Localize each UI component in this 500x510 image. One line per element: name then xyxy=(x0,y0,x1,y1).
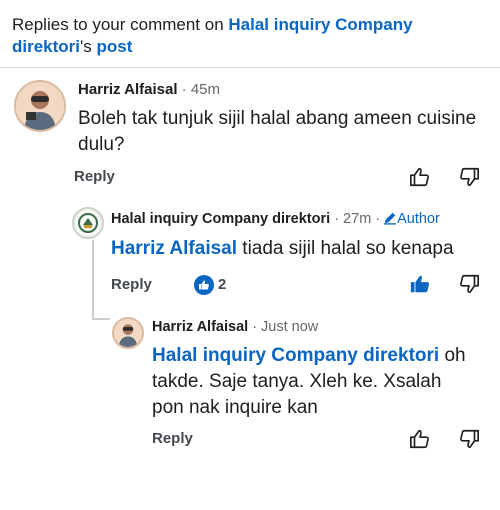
header-prefix: Replies to your comment on xyxy=(12,15,229,34)
dislike-icon[interactable] xyxy=(458,166,480,193)
comment-2-text: Harriz Alfaisal tiada sijil halal so ken… xyxy=(111,238,454,259)
like-icon-active[interactable] xyxy=(409,273,431,300)
comment-3-text: Halal inquiry Company direktori oh takde… xyxy=(152,345,466,418)
comment-1-text: Boleh tak tunjuk sijil halal abang ameen… xyxy=(78,108,477,155)
like-icon[interactable] xyxy=(409,428,431,455)
avatar-harriz-image xyxy=(16,82,64,130)
like-icon[interactable] xyxy=(409,166,431,193)
dislike-icon[interactable] xyxy=(458,428,480,455)
comment-2-author[interactable]: Halal inquiry Company direktori · 27m · A… xyxy=(111,211,440,227)
like-count: 2 xyxy=(218,276,227,293)
comment-3-reply-button[interactable]: Reply xyxy=(152,430,193,447)
dislike-icon[interactable] xyxy=(458,273,480,300)
halal-logo-icon xyxy=(75,210,101,236)
comment-2-time: · 27m · xyxy=(334,211,381,227)
like-badge-icon xyxy=(199,280,209,290)
comment-1-reply-button[interactable]: Reply xyxy=(74,168,115,185)
avatar-harriz-small[interactable] xyxy=(112,317,144,349)
comment-3-time: · Just now xyxy=(252,319,319,335)
page-name-link[interactable]: Halal inquiry Company xyxy=(228,15,412,34)
avatar-halal-direktori[interactable] xyxy=(72,207,104,239)
comment-1-author[interactable]: Harriz Alfaisal · 45m xyxy=(78,81,220,98)
avatar-harriz[interactable] xyxy=(14,80,66,132)
comment-2-mention[interactable]: Harriz Alfaisal xyxy=(111,238,237,259)
header-possessive: 's xyxy=(80,37,97,56)
comment-3-author[interactable]: Harriz Alfaisal · Just now xyxy=(152,319,318,335)
post-link[interactable]: post xyxy=(97,37,133,56)
author-badge: Author xyxy=(380,211,440,227)
like-count-badge[interactable] xyxy=(194,275,214,295)
comment-2-reply-button[interactable]: Reply xyxy=(111,276,152,293)
notification-header: Replies to your comment on Halal inquiry… xyxy=(12,14,482,58)
page-name-link-cont[interactable]: direktori xyxy=(12,37,80,56)
avatar-harriz-small-image xyxy=(114,319,142,347)
pencil-icon xyxy=(384,212,397,225)
header-divider xyxy=(0,67,500,68)
thread-line-2 xyxy=(92,240,94,320)
comment-1-time: · 45m xyxy=(181,81,221,98)
comment-3-mention[interactable]: Halal inquiry Company direktori xyxy=(152,345,439,366)
thread-line-2-curve xyxy=(92,318,110,320)
